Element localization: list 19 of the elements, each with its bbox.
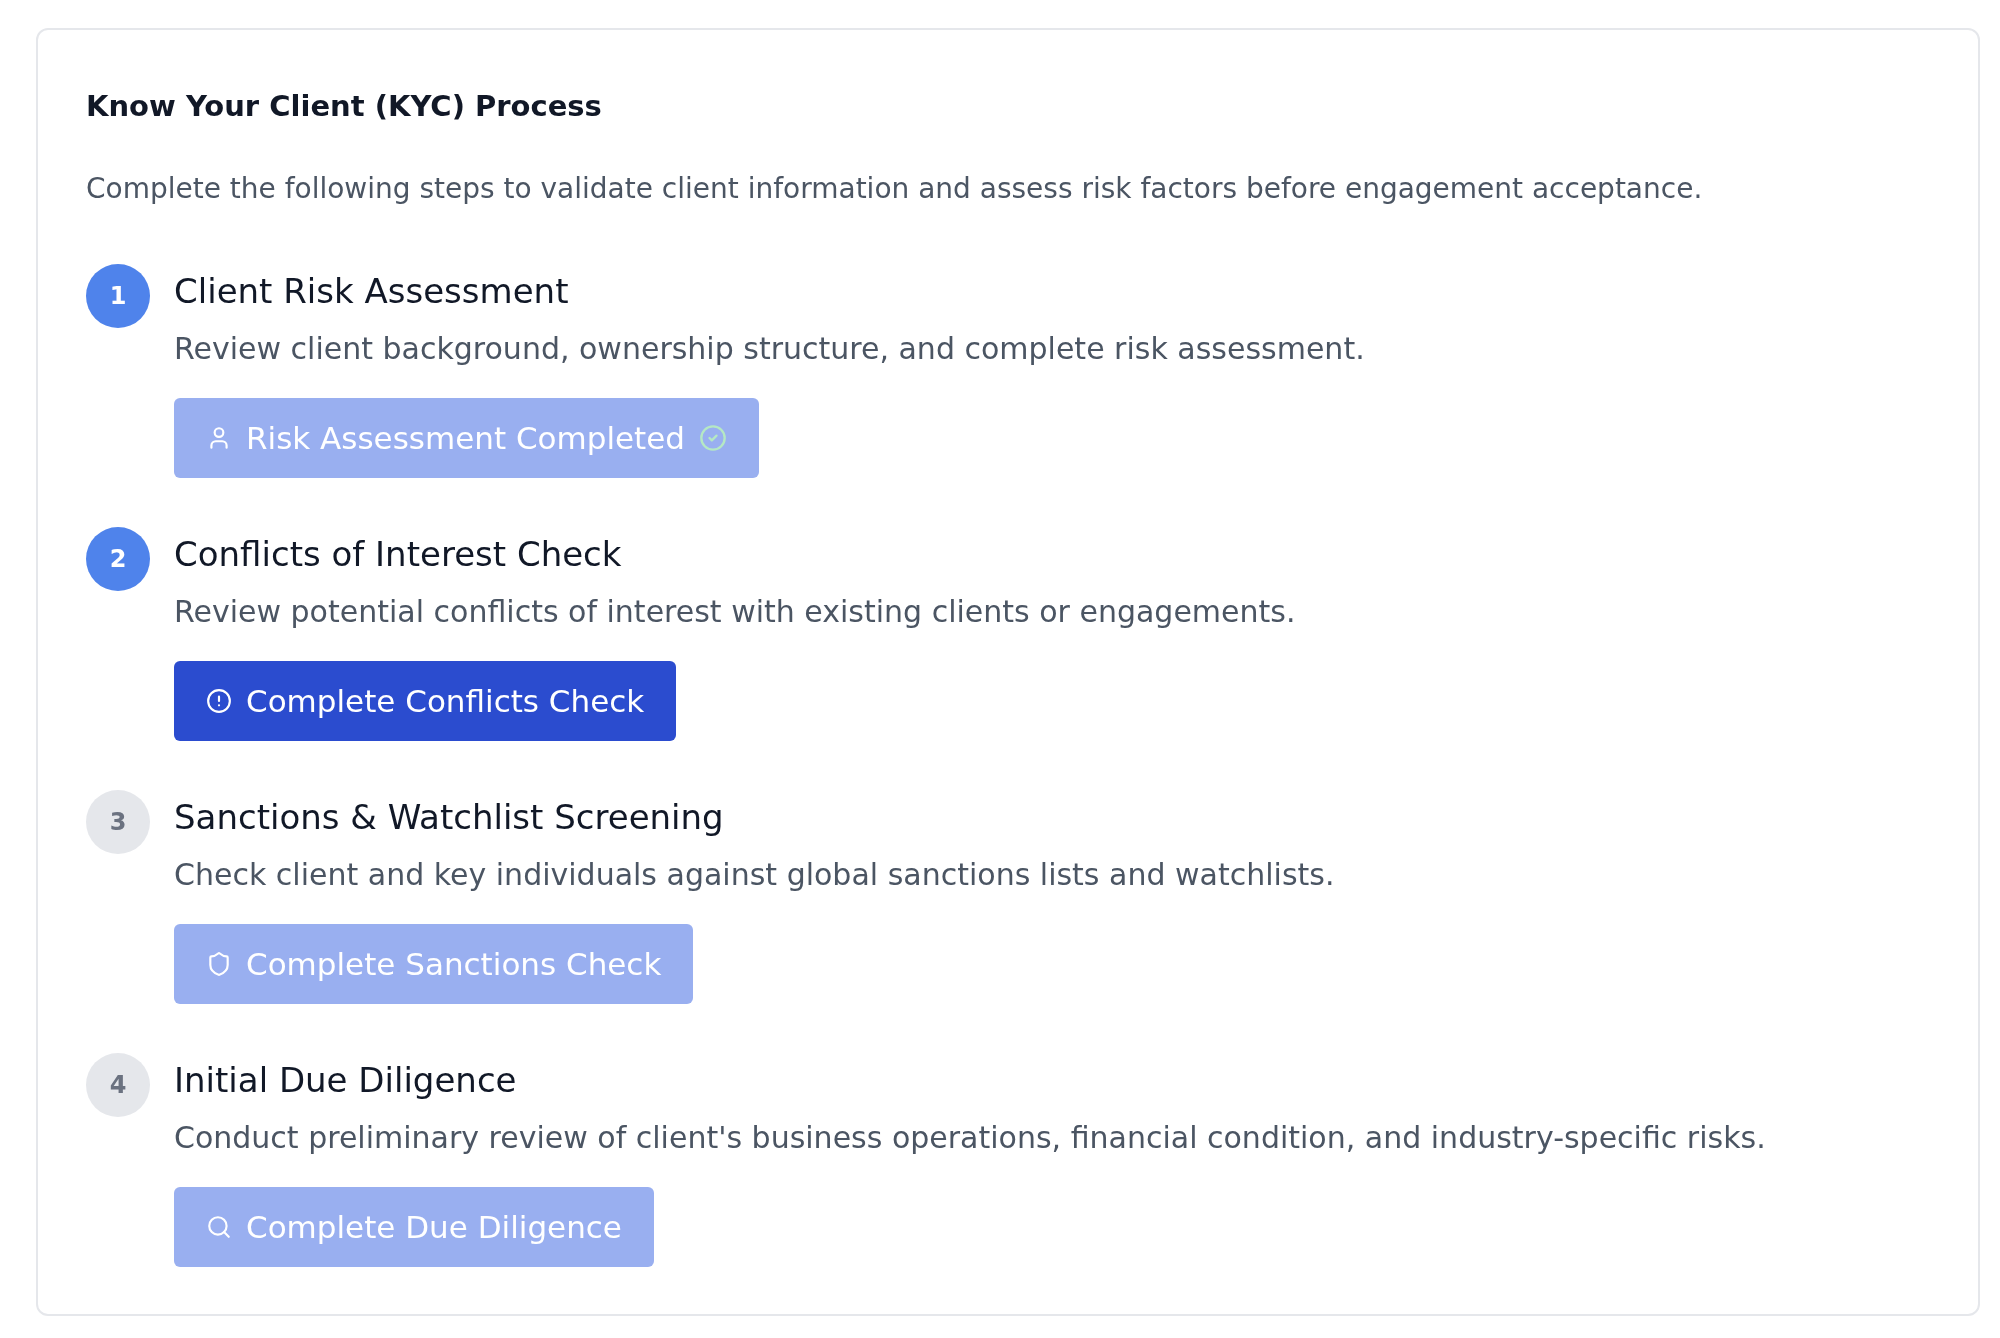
step-title: Sanctions & Watchlist Screening bbox=[174, 797, 724, 838]
step-number: 4 bbox=[86, 1053, 150, 1117]
step-title: Client Risk Assessment bbox=[174, 271, 569, 312]
step-number: 2 bbox=[86, 527, 150, 591]
card-title: Know Your Client (KYC) Process bbox=[86, 88, 602, 124]
step-title: Initial Due Diligence bbox=[174, 1060, 517, 1101]
check-icon bbox=[699, 424, 727, 452]
step-title: Conflicts of Interest Check bbox=[174, 534, 622, 575]
step-description: Review potential conflicts of interest with existing clients or engagements. bbox=[174, 594, 1296, 630]
step-description: Conduct preliminary review of client's business operations, financial condition, and industry-specific risks. bbox=[174, 1120, 1766, 1156]
step-button[interactable]: Complete Conflicts Check bbox=[174, 661, 677, 741]
search-icon bbox=[206, 1214, 232, 1240]
intro-text: Complete the following steps to validate client information and assess risk factors before engagement acceptance. bbox=[86, 172, 1704, 206]
step-number: 1 bbox=[86, 264, 150, 328]
alert-icon bbox=[206, 688, 232, 714]
shield-icon bbox=[206, 951, 232, 977]
step-number: 3 bbox=[86, 790, 150, 854]
step-description: Check client and key individuals against global sanctions lists and watchlists. bbox=[174, 857, 1335, 893]
step-description: Review client background, ownership structure, and complete risk assessment. bbox=[174, 331, 1365, 367]
